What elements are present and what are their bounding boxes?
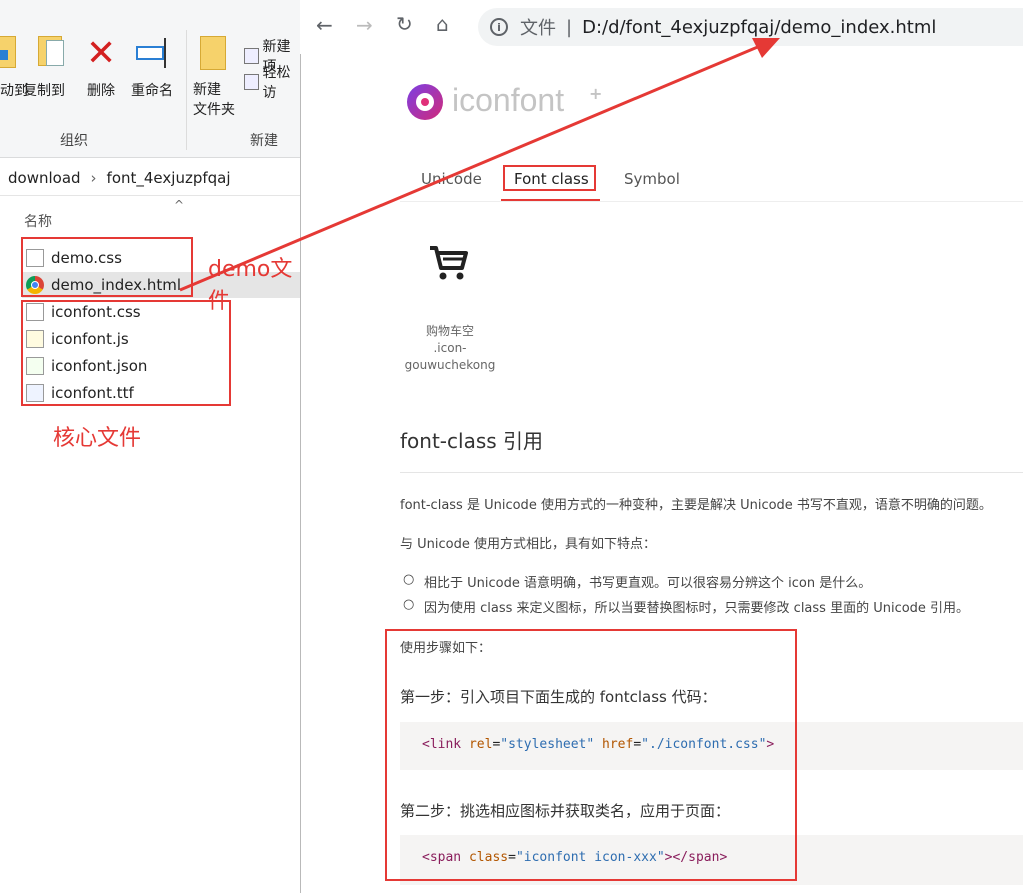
annotation-arrow xyxy=(179,38,780,292)
